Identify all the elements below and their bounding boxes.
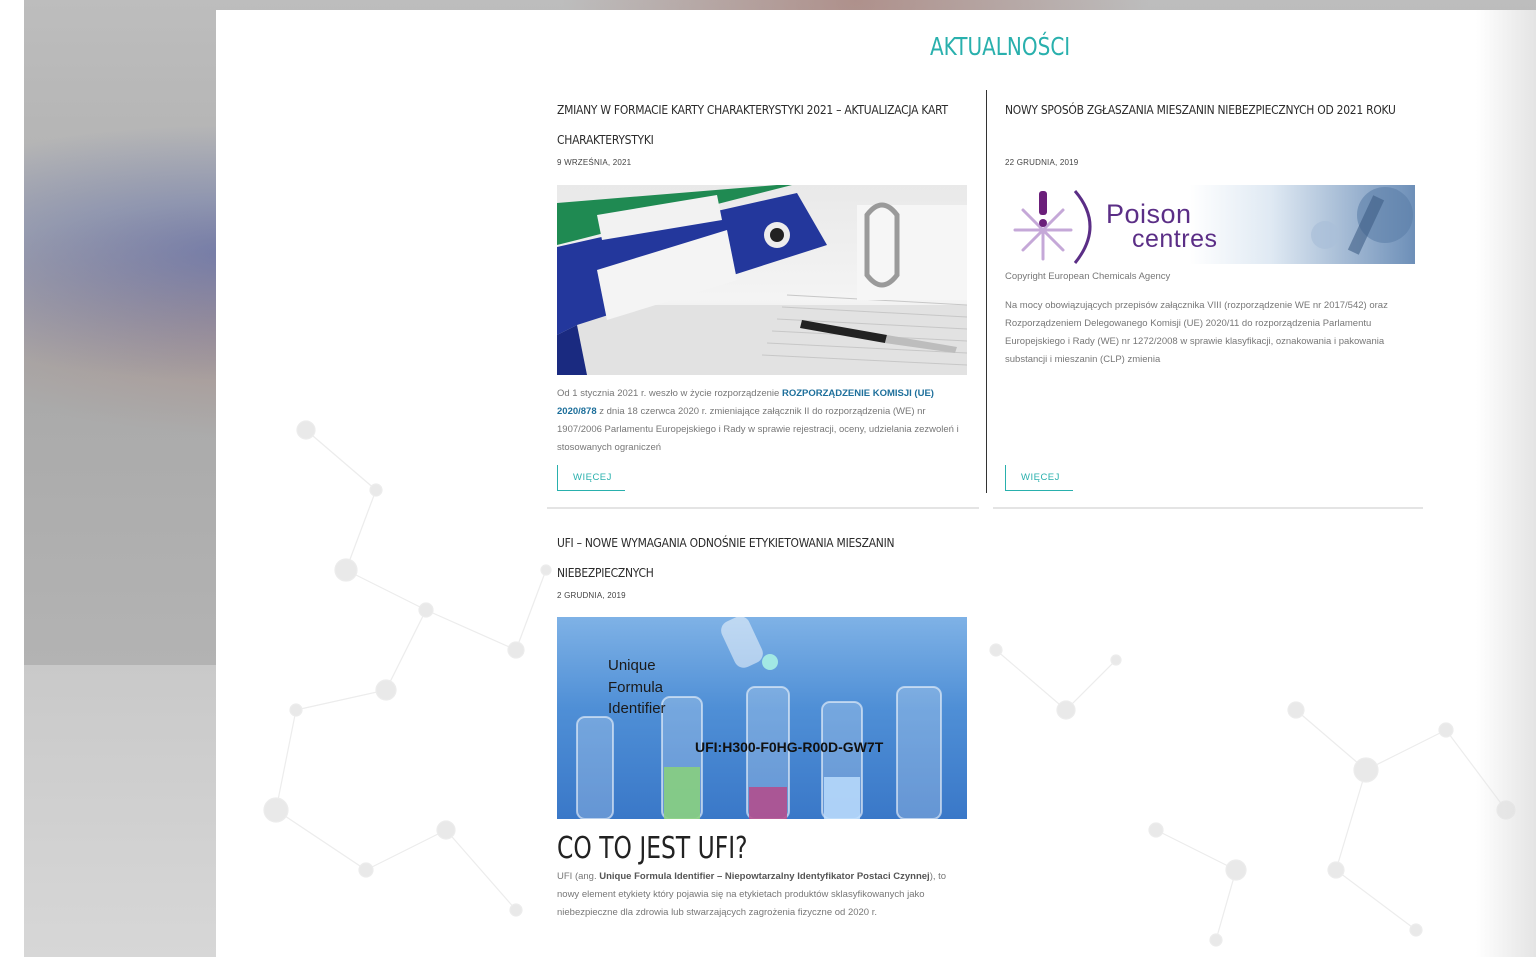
post-image-binders[interactable]	[557, 185, 967, 375]
post-excerpt: UFI (ang. Unique Formula Identifier – Ni…	[557, 868, 967, 922]
poison-logo-text: centres	[1132, 225, 1218, 253]
ufi-word: Identifier	[608, 700, 666, 717]
post-title-line[interactable]: NOWY SPOSÓB ZGŁASZANIA MIESZANIN NIEBEZP…	[1005, 95, 1396, 125]
panel-edge-shadow	[1476, 10, 1536, 957]
post-title[interactable]: ZMIANY W FORMACIE KARTY CHARAKTERYSTYKI …	[557, 95, 948, 155]
row-divider	[993, 507, 1423, 509]
read-more-button[interactable]: WIĘCEJ	[557, 465, 625, 491]
image-caption: Copyright European Chemicals Agency	[1005, 271, 1171, 282]
post-title[interactable]: NOWY SPOSÓB ZGŁASZANIA MIESZANIN NIEBEZP…	[1005, 95, 1396, 125]
post-title[interactable]: UFI – NOWE WYMAGANIA ODNOŚNIE ETYKIETOWA…	[557, 528, 895, 588]
post-excerpt: Na mocy obowiązujących przepisów załączn…	[1005, 300, 1388, 365]
excerpt-text: UFI (ang.	[557, 871, 600, 882]
excerpt-bold-text: Unique Formula Identifier – Niepowtarzal…	[599, 871, 930, 882]
post-date: 22 GRUDNIA, 2019	[1005, 158, 1079, 167]
ufi-word: Formula	[608, 678, 664, 696]
news-panel: AKTUALNOŚCI ZMIANY W FORMACIE KARTY CHAR…	[216, 10, 1536, 957]
lab-photo-graphic	[1311, 187, 1413, 255]
section-heading: AKTUALNOŚCI	[930, 32, 1071, 61]
post-title-line[interactable]: CHARAKTERYSTYKI	[557, 125, 948, 155]
row-divider	[547, 507, 979, 509]
post-title-line[interactable]: ZMIANY W FORMACIE KARTY CHARAKTERYSTYKI …	[557, 95, 948, 125]
poison-centres-logo-icon	[1013, 190, 1092, 264]
ufi-image-text: Unique Formula Identifier	[608, 655, 666, 720]
post-date: 9 WRZEŚNIA, 2021	[557, 158, 632, 167]
post-image-test-tubes[interactable]: Unique Formula Identifier UFI:H300-F0HG-…	[557, 617, 967, 819]
post-excerpt: Od 1 stycznia 2021 r. weszło w życie roz…	[557, 385, 969, 457]
post-image-poison-centres[interactable]: Poison centres	[1005, 185, 1415, 264]
column-divider	[986, 90, 987, 493]
post-title-line[interactable]: UFI – NOWE WYMAGANIA ODNOŚNIE ETYKIETOWA…	[557, 528, 895, 558]
post-subheading: CO TO JEST UFI?	[557, 831, 748, 866]
page-margin	[0, 0, 24, 957]
background-lower-left	[24, 665, 216, 957]
excerpt-text: z dnia 18 czerwca 2020 r. zmieniające za…	[557, 406, 959, 453]
read-more-button[interactable]: WIĘCEJ	[1005, 465, 1073, 491]
post-title-line[interactable]: NIEBEZPIECZNYCH	[557, 558, 894, 588]
excerpt-text: Od 1 stycznia 2021 r. weszło w życie roz…	[557, 388, 782, 399]
binders-illustration	[557, 185, 967, 375]
ufi-word: Unique	[608, 657, 656, 674]
post-date: 2 GRUDNIA, 2019	[557, 591, 626, 600]
ufi-code-text: UFI:H300-F0HG-R00D-GW7T	[695, 739, 884, 755]
